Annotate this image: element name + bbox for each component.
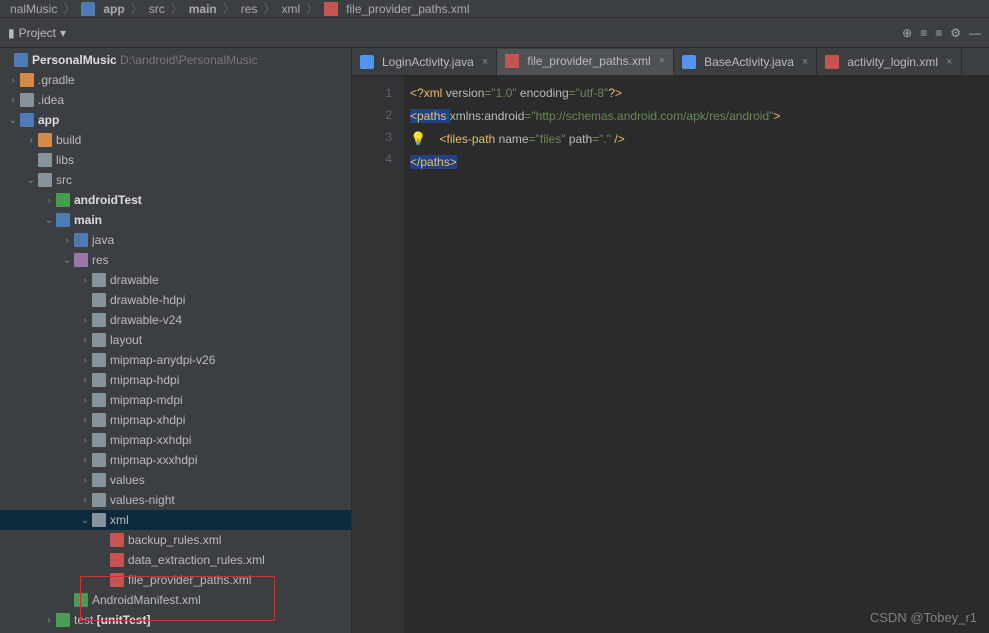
tree-drawable[interactable]: ›drawable bbox=[0, 270, 351, 290]
tree-drawable-v24[interactable]: ›drawable-v24 bbox=[0, 310, 351, 330]
xml-icon bbox=[825, 55, 839, 69]
collapse-all-icon[interactable]: ≡ bbox=[935, 26, 942, 40]
tree-mipmap-hdpi[interactable]: ›mipmap-hdpi bbox=[0, 370, 351, 390]
xml-file-icon bbox=[110, 553, 124, 567]
xml-file-icon bbox=[110, 533, 124, 547]
tree-backup-rules[interactable]: backup_rules.xml bbox=[0, 530, 351, 550]
folder-icon bbox=[38, 133, 52, 147]
xml-icon bbox=[324, 2, 338, 16]
project-tree[interactable]: PersonalMusic D:\android\PersonalMusic ›… bbox=[0, 48, 352, 633]
xml-file-icon bbox=[110, 573, 124, 587]
minimize-icon[interactable]: — bbox=[969, 26, 981, 40]
tree-mipmap-xxhdpi[interactable]: ›mipmap-xxhdpi bbox=[0, 430, 351, 450]
tree-src[interactable]: ⌄src bbox=[0, 170, 351, 190]
src-folder-icon bbox=[56, 213, 70, 227]
close-icon[interactable]: × bbox=[802, 56, 808, 68]
folder-icon bbox=[92, 493, 106, 507]
tree-root[interactable]: PersonalMusic D:\android\PersonalMusic bbox=[0, 50, 351, 70]
folder-icon bbox=[92, 413, 106, 427]
folder-icon bbox=[92, 513, 106, 527]
tree-drawable-hdpi[interactable]: drawable-hdpi bbox=[0, 290, 351, 310]
tree-xml[interactable]: ⌄xml bbox=[0, 510, 351, 530]
folder-icon bbox=[92, 353, 106, 367]
tree-mipmap-xhdpi[interactable]: ›mipmap-xhdpi bbox=[0, 410, 351, 430]
tree-gradle[interactable]: ›.gradle bbox=[0, 70, 351, 90]
tree-data-extraction[interactable]: data_extraction_rules.xml bbox=[0, 550, 351, 570]
tree-main[interactable]: ⌄main bbox=[0, 210, 351, 230]
code-editor[interactable]: <?xml version="1.0" encoding="utf-8"?> <… bbox=[404, 76, 989, 633]
folder-icon bbox=[92, 373, 106, 387]
folder-icon bbox=[92, 433, 106, 447]
tab-file-provider[interactable]: file_provider_paths.xml× bbox=[497, 49, 674, 75]
tab-activity-login[interactable]: activity_login.xml× bbox=[817, 49, 961, 75]
folder-icon bbox=[92, 393, 106, 407]
folder-icon bbox=[92, 313, 106, 327]
close-icon[interactable]: × bbox=[659, 55, 665, 67]
java-icon bbox=[360, 55, 374, 69]
java-icon bbox=[682, 55, 696, 69]
tab-login-activity[interactable]: LoginActivity.java× bbox=[352, 49, 497, 75]
manifest-icon bbox=[74, 593, 88, 607]
project-label[interactable]: ▮ Project ▾ bbox=[8, 26, 66, 40]
folder-icon bbox=[92, 273, 106, 287]
watermark: CSDN @Tobey_r1 bbox=[870, 610, 977, 625]
tree-manifest[interactable]: AndroidManifest.xml bbox=[0, 590, 351, 610]
tree-libs[interactable]: libs bbox=[0, 150, 351, 170]
tree-test[interactable]: ›test [unitTest] bbox=[0, 610, 351, 630]
editor-area: LoginActivity.java× file_provider_paths.… bbox=[352, 48, 989, 633]
tree-mipmap-xxxhdpi[interactable]: ›mipmap-xxxhdpi bbox=[0, 450, 351, 470]
crumb-2[interactable]: src bbox=[145, 2, 169, 16]
breadcrumb: nalMusic〉 app〉 src〉 main〉 res〉 xml〉 file… bbox=[0, 0, 989, 18]
res-folder-icon bbox=[74, 253, 88, 267]
folder-icon bbox=[92, 453, 106, 467]
editor-tab-bar: LoginActivity.java× file_provider_paths.… bbox=[352, 48, 989, 76]
test-folder-icon bbox=[56, 613, 70, 627]
project-tool-header: ▮ Project ▾ ⊕ ≡ ≡ ⚙ — bbox=[0, 18, 989, 48]
tree-idea[interactable]: ›.idea bbox=[0, 90, 351, 110]
crumb-3[interactable]: main bbox=[185, 2, 221, 16]
folder-icon bbox=[92, 293, 106, 307]
crumb-5[interactable]: xml bbox=[277, 2, 304, 16]
folder-icon bbox=[38, 173, 52, 187]
tree-mipmap-anydpi[interactable]: ›mipmap-anydpi-v26 bbox=[0, 350, 351, 370]
test-folder-icon bbox=[56, 193, 70, 207]
crumb-0[interactable]: nalMusic bbox=[6, 2, 61, 16]
tab-base-activity[interactable]: BaseActivity.java× bbox=[674, 49, 817, 75]
tree-file-provider[interactable]: file_provider_paths.xml bbox=[0, 570, 351, 590]
settings-icon[interactable]: ⚙ bbox=[950, 26, 961, 40]
folder-icon bbox=[92, 473, 106, 487]
tree-build[interactable]: ›build bbox=[0, 130, 351, 150]
folder-icon bbox=[20, 73, 34, 87]
xml-icon bbox=[505, 54, 519, 68]
tree-layout[interactable]: ›layout bbox=[0, 330, 351, 350]
module-icon bbox=[81, 2, 95, 16]
crumb-1[interactable]: app bbox=[77, 2, 128, 16]
folder-icon bbox=[92, 333, 106, 347]
project-icon bbox=[14, 53, 28, 67]
expand-all-icon[interactable]: ≡ bbox=[920, 26, 927, 40]
tree-values-night[interactable]: ›values-night bbox=[0, 490, 351, 510]
src-folder-icon bbox=[74, 233, 88, 247]
intention-bulb-icon[interactable]: 💡 bbox=[410, 131, 426, 146]
crumb-6[interactable]: file_provider_paths.xml bbox=[320, 2, 473, 16]
select-opened-file-icon[interactable]: ⊕ bbox=[902, 26, 912, 40]
tree-java[interactable]: ›java bbox=[0, 230, 351, 250]
tree-res[interactable]: ⌄res bbox=[0, 250, 351, 270]
editor-gutter[interactable]: 1234 bbox=[352, 76, 404, 633]
crumb-4[interactable]: res bbox=[237, 2, 262, 16]
tree-mipmap-mdpi[interactable]: ›mipmap-mdpi bbox=[0, 390, 351, 410]
tree-values[interactable]: ›values bbox=[0, 470, 351, 490]
close-icon[interactable]: × bbox=[482, 56, 488, 68]
tree-app[interactable]: ⌄app bbox=[0, 110, 351, 130]
folder-icon bbox=[38, 153, 52, 167]
module-icon bbox=[20, 113, 34, 127]
folder-icon bbox=[20, 93, 34, 107]
tree-androidTest[interactable]: ›androidTest bbox=[0, 190, 351, 210]
close-icon[interactable]: × bbox=[946, 56, 952, 68]
